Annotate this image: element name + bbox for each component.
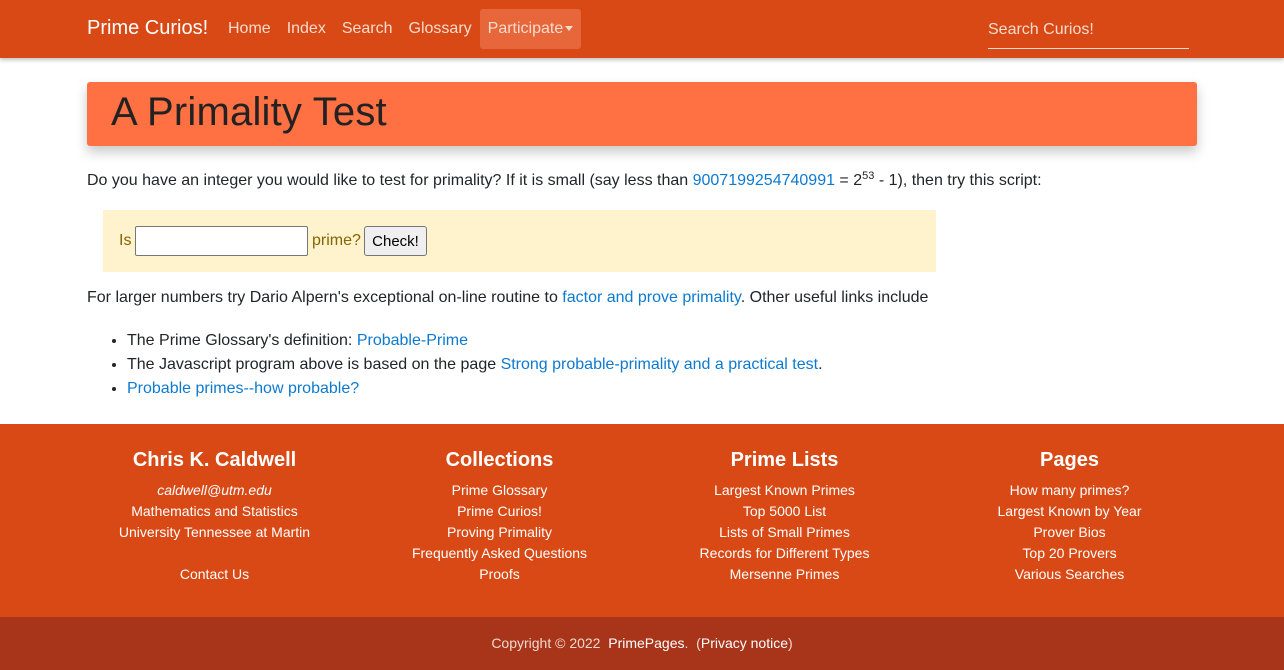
list-item-text: The Prime Glossary's definition: (127, 332, 357, 349)
page-title: A Primality Test (111, 90, 387, 134)
intro-exponent: 53 (862, 170, 875, 182)
list-item: Probable primes--how probable? (127, 377, 823, 401)
number-input[interactable] (135, 226, 308, 256)
contact-us-link[interactable]: Contact Us (72, 564, 357, 585)
footer-link-prime-curios[interactable]: Prime Curios! (357, 501, 642, 522)
privacy-notice-link[interactable]: Privacy notice (701, 635, 788, 651)
title-banner: A Primality Test (87, 82, 1197, 146)
intro-after: - 1), then try this script: (874, 172, 1042, 189)
footer-collections-title: Collections (445, 449, 554, 471)
nav-items: Home Index Search Glossary Participate (220, 0, 582, 58)
footer-pages-column: Pages How many primes? Largest Known by … (927, 450, 1212, 585)
footer-link-various-searches[interactable]: Various Searches (927, 564, 1212, 585)
primepages-link[interactable]: PrimePages (608, 635, 684, 651)
author-email-link[interactable]: caldwell@utm.edu (72, 480, 357, 501)
nav-glossary[interactable]: Glossary (401, 9, 480, 49)
list-item-text: The Javascript program above is based on… (127, 356, 501, 373)
nav-search[interactable]: Search (334, 9, 401, 49)
brand-link[interactable]: Prime Curios! (87, 17, 208, 40)
list-item: The Javascript program above is based on… (127, 353, 823, 377)
intro-paragraph: Do you have an integer you would like to… (87, 171, 1042, 191)
footer-link-largest-by-year[interactable]: Largest Known by Year (927, 501, 1212, 522)
is-label: Is (119, 232, 132, 249)
useful-links-list: The Prime Glossary's definition: Probabl… (127, 329, 823, 401)
check-button[interactable]: Check! (364, 226, 427, 256)
larger-text: For larger numbers try Dario Alpern's ex… (87, 289, 563, 306)
list-item: The Prime Glossary's definition: Probabl… (127, 329, 823, 353)
footer-spacer (72, 543, 357, 564)
larger-numbers-paragraph: For larger numbers try Dario Alpern's ex… (87, 289, 928, 307)
footer-link-top-5000[interactable]: Top 5000 List (642, 501, 927, 522)
caret-down-icon (565, 26, 574, 31)
footer-link-prime-glossary[interactable]: Prime Glossary (357, 480, 642, 501)
search-curios-input[interactable] (988, 12, 1189, 49)
dept-link[interactable]: Mathematics and Statistics (72, 501, 357, 522)
footer-link-proofs[interactable]: Proofs (357, 564, 642, 585)
footer-link-top-20-provers[interactable]: Top 20 Provers (927, 543, 1212, 564)
footer-link-largest-known[interactable]: Largest Known Primes (642, 480, 927, 501)
max-safe-integer-link[interactable]: 9007199254740991 (693, 172, 835, 189)
nav-participate-label: Participate (487, 20, 564, 37)
footer-prime-lists-column: Prime Lists Largest Known Primes Top 500… (642, 450, 927, 585)
footer-link-records-types[interactable]: Records for Different Types (642, 543, 927, 564)
footer-link-proving-primality[interactable]: Proving Primality (357, 522, 642, 543)
footer-pages-title: Pages (1040, 449, 1099, 471)
footer-prime-lists-title: Prime Lists (730, 449, 839, 471)
footer-link-mersenne[interactable]: Mersenne Primes (642, 564, 927, 585)
university-link[interactable]: University Tennessee at Martin (72, 522, 357, 543)
footer-author-column: Chris K. Caldwell caldwell@utm.edu Mathe… (72, 450, 357, 585)
larger-after: . Other useful links include (740, 289, 929, 306)
strong-probable-primality-link[interactable]: Strong probable-primality and a practica… (501, 356, 819, 373)
list-item-after: . (818, 356, 823, 373)
intro-text: Do you have an integer you would like to… (87, 172, 693, 189)
intro-eq: = 2 (834, 172, 863, 189)
factor-prove-link[interactable]: factor and prove primality (562, 289, 740, 306)
top-navbar: Prime Curios! Home Index Search Glossary… (0, 0, 1284, 58)
nav-index[interactable]: Index (279, 9, 334, 49)
footer: Chris K. Caldwell caldwell@utm.edu Mathe… (0, 424, 1284, 617)
copyright-text: Copyright © 2022 (491, 635, 601, 651)
footer-link-how-many-primes[interactable]: How many primes? (927, 480, 1212, 501)
footer-link-faq[interactable]: Frequently Asked Questions (357, 543, 642, 564)
copyright-bar: Copyright © 2022 PrimePages. (Privacy no… (0, 617, 1284, 670)
nav-home[interactable]: Home (220, 9, 279, 49)
footer-link-prover-bios[interactable]: Prover Bios (927, 522, 1212, 543)
probable-prime-link[interactable]: Probable-Prime (357, 332, 468, 349)
prime-question-label: prime? (312, 232, 361, 249)
primality-check-form: Is prime? Check! (103, 210, 936, 272)
footer-link-small-primes[interactable]: Lists of Small Primes (642, 522, 927, 543)
probable-primes-how-probable-link[interactable]: Probable primes--how probable? (127, 380, 359, 397)
footer-collections-column: Collections Prime Glossary Prime Curios!… (357, 450, 642, 585)
footer-author-name: Chris K. Caldwell (132, 449, 297, 471)
nav-participate-dropdown[interactable]: Participate (479, 9, 582, 49)
